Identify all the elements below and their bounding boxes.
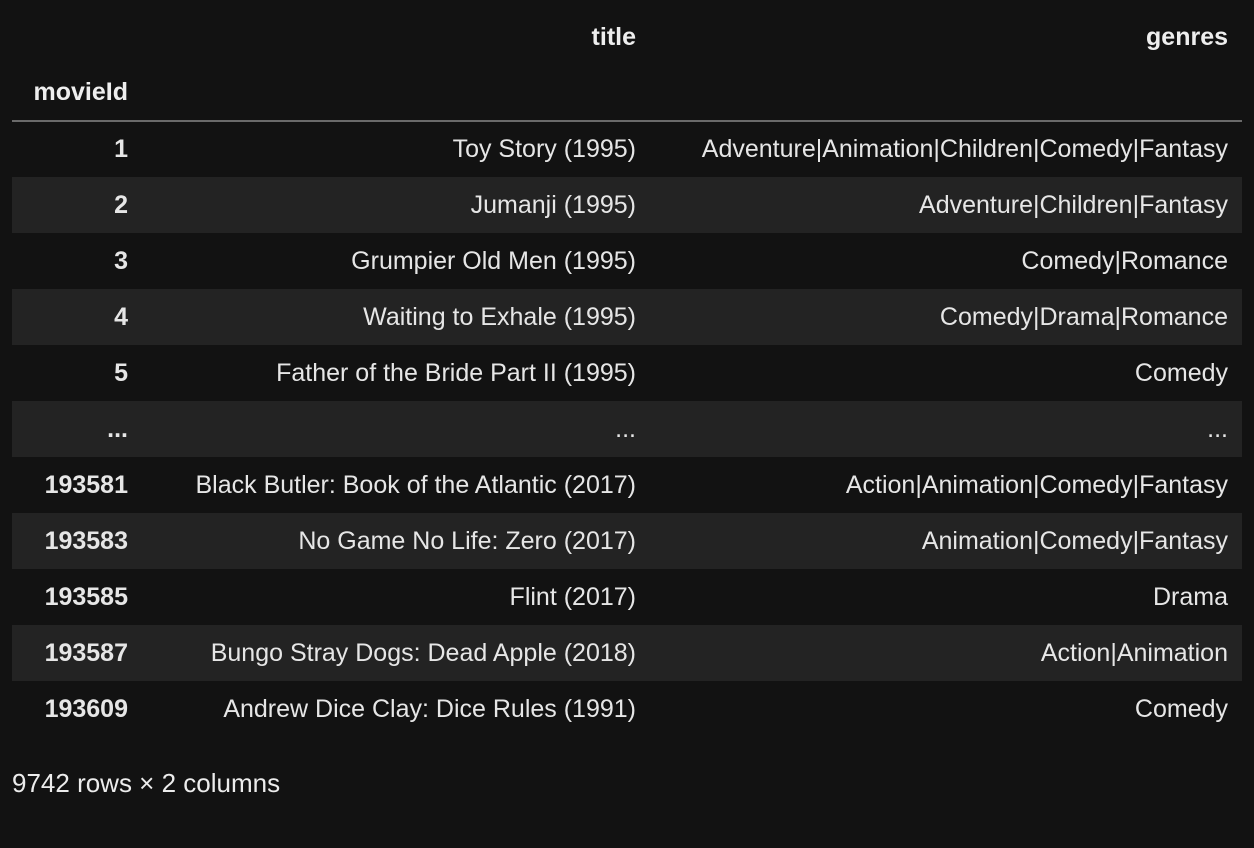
cell-title: No Game No Life: Zero (2017)	[298, 526, 636, 555]
cell-genres: Adventure|Animation|Children|Comedy|Fant…	[701, 135, 1228, 163]
cell-title: Bungo Stray Dogs: Dead Apple (2018)	[210, 638, 636, 667]
row-index: 2	[114, 190, 128, 219]
dataframe-output: title genres movieId 1 Toy Story (1995) Ad…	[0, 0, 1254, 848]
cell-genres: Comedy|Romance	[1021, 246, 1228, 275]
dataframe-table: title genres movieId 1 Toy Story (1995) Ad…	[12, 9, 1242, 737]
column-header-title: title	[591, 22, 636, 51]
table-row: 193587 Bungo Stray Dogs: Dead Apple (2018…	[12, 625, 1242, 681]
row-index: 193609	[44, 694, 128, 723]
cell-title: Black Butler: Book of the Atlantic (2017…	[195, 470, 636, 499]
index-name-header: movieId	[12, 65, 142, 122]
table-row: 193585 Flint (2017) Drama	[12, 569, 1242, 625]
table-row: .........	[12, 401, 1242, 457]
column-header-row: title genres	[12, 9, 1242, 65]
cell-title: Grumpier Old Men (1995)	[351, 246, 636, 275]
table-row: 1 Toy Story (1995) Adventure|Animation|Chi…	[12, 121, 1242, 177]
cell-title: Toy Story (1995)	[452, 135, 636, 163]
cell-genres: Drama	[1152, 582, 1228, 611]
row-index: 193581	[44, 470, 128, 499]
table-row: 193609 Andrew Dice Clay: Dice Rules (1991…	[12, 681, 1242, 737]
row-index: 3	[114, 246, 128, 275]
row-index: 193587	[44, 638, 128, 667]
row-index: 4	[114, 302, 128, 331]
row-count-summary: 9742 rows × 2 columns	[12, 768, 281, 798]
row-index: 193583	[44, 526, 128, 555]
cell-genres: ...	[1207, 414, 1228, 443]
table-row: 3 Grumpier Old Men (1995) Comedy|Romance	[12, 233, 1242, 289]
cell-genres: Adventure|Children|Fantasy	[919, 190, 1228, 219]
cell-title: Andrew Dice Clay: Dice Rules (1991)	[223, 694, 636, 723]
cell-genres: Comedy	[1134, 358, 1228, 387]
cell-title: Father of the Bride Part II (1995)	[276, 358, 636, 387]
header-blank	[142, 65, 650, 122]
cell-genres: Animation|Comedy|Fantasy	[921, 526, 1228, 555]
cell-genres: Comedy	[1134, 694, 1228, 723]
header-blank	[12, 9, 142, 65]
column-header-genres: genres	[1146, 22, 1228, 51]
row-index: 1	[114, 135, 128, 163]
table-row: 193581 Black Butler: Book of the Atlantic…	[12, 457, 1242, 513]
table-body: 1 Toy Story (1995) Adventure|Animation|Chi…	[12, 121, 1242, 737]
index-header-row: movieId	[12, 65, 1242, 122]
cell-genres: Action|Animation|Comedy|Fantasy	[845, 470, 1228, 499]
row-index: 5	[114, 358, 128, 387]
table-row: 193583 No Game No Life: Zero (2017) Animat…	[12, 513, 1242, 569]
row-index: ...	[107, 414, 128, 443]
row-index: 193585	[44, 582, 128, 611]
cell-genres: Action|Animation	[1040, 638, 1228, 667]
cell-genres: Comedy|Drama|Romance	[939, 302, 1228, 331]
cell-title: Waiting to Exhale (1995)	[363, 302, 636, 331]
table-row: 2 Jumanji (1995) Adventure|Children|Fantas…	[12, 177, 1242, 233]
table-row: 4 Waiting to Exhale (1995) Comedy|Drama|Ro…	[12, 289, 1242, 345]
table-row: 5 Father of the Bride Part II (1995) Comed…	[12, 345, 1242, 401]
cell-title: ...	[615, 414, 636, 443]
cell-title: Jumanji (1995)	[470, 190, 636, 219]
header-blank	[650, 65, 1242, 122]
cell-title: Flint (2017)	[509, 582, 636, 611]
